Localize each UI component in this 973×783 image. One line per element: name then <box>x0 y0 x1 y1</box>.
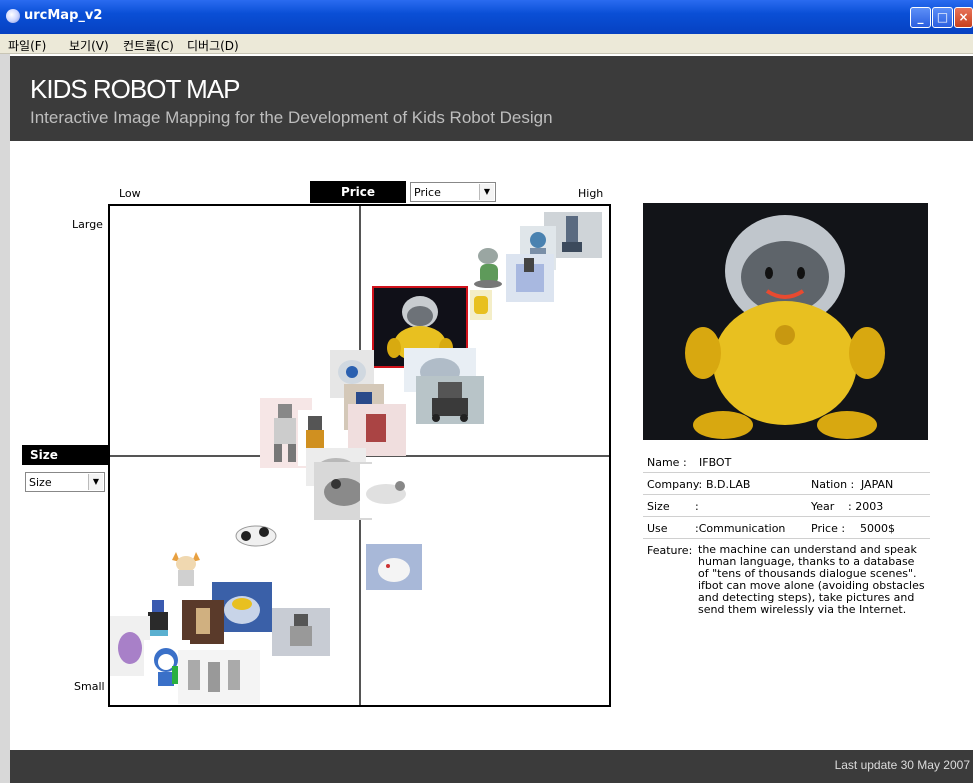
company-label: Company: <box>647 478 703 491</box>
app-icon <box>6 9 20 23</box>
feature-label: Feature: <box>647 544 693 557</box>
robot-thumbnail[interactable] <box>178 650 260 704</box>
page-header: KIDS ROBOT MAP Interactive Image Mapping… <box>10 56 973 141</box>
y-axis-high-label: Large <box>72 218 103 231</box>
robot-thumbnail[interactable] <box>416 376 484 424</box>
menu-file[interactable]: 파일(F) <box>8 37 46 54</box>
robot-thumbnail[interactable] <box>506 254 554 302</box>
minimize-button[interactable]: _ <box>910 7 931 28</box>
robot-thumbnail[interactable] <box>360 464 414 518</box>
name-value: IFBOT <box>699 456 732 469</box>
last-update-text: Last update 30 May 2007 <box>834 758 970 772</box>
price-label: Price : <box>811 522 846 535</box>
menu-control[interactable]: 컨트롤(C) <box>123 37 174 54</box>
feature-value: the machine can understand and speak hum… <box>698 543 925 616</box>
nation-value: JAPAN <box>861 478 894 491</box>
robot-thumbnail[interactable] <box>168 546 204 590</box>
company-value: B.D.LAB <box>706 478 751 491</box>
size-value: : <box>695 500 699 513</box>
window-title: urcMap_v2 <box>24 8 103 23</box>
chevron-down-icon[interactable]: ▼ <box>479 184 494 200</box>
y-axis-low-label: Small <box>74 680 105 693</box>
year-value: : 2003 <box>848 500 884 513</box>
menu-debug[interactable]: 디버그(D) <box>187 37 239 54</box>
year-label: Year <box>811 500 835 513</box>
detail-row-size: Size : Year : 2003 <box>643 496 930 517</box>
robot-map[interactable] <box>108 204 611 707</box>
page-footer: Last update 30 May 2007 <box>10 750 973 783</box>
window-titlebar: urcMap_v2 _ □ × <box>0 0 973 34</box>
robot-thumbnail[interactable] <box>272 608 330 656</box>
chevron-down-icon[interactable]: ▼ <box>88 474 103 490</box>
robot-thumbnail[interactable] <box>470 290 492 320</box>
size-label: Size <box>647 500 670 513</box>
robot-thumbnail[interactable] <box>182 600 224 644</box>
maximize-button[interactable]: □ <box>932 7 953 28</box>
use-value: :Communication <box>695 522 786 535</box>
nation-label: Nation : <box>811 478 855 491</box>
detail-row-company: Company: B.D.LAB Nation : JAPAN <box>643 474 930 495</box>
window-left-edge <box>0 54 10 783</box>
name-label: Name : <box>647 456 687 469</box>
detail-row-use: Use :Communication Price : 5000$ <box>643 518 930 539</box>
page-title: KIDS ROBOT MAP <box>30 74 240 104</box>
x-axis-title: Price <box>310 181 406 203</box>
use-label: Use <box>647 522 668 535</box>
robot-thumbnail[interactable] <box>366 544 422 590</box>
x-axis-select-value: Price <box>414 186 441 199</box>
robot-thumbnail[interactable] <box>228 510 286 560</box>
menu-bar: 파일(F) 보기(V) 컨트롤(C) 디버그(D) <box>0 34 973 54</box>
selected-robot-photo <box>643 203 928 440</box>
close-button[interactable]: × <box>954 7 973 28</box>
x-axis-low-label: Low <box>119 187 141 200</box>
x-axis-select[interactable]: Price ▼ <box>410 182 496 202</box>
page-subtitle: Interactive Image Mapping for the Develo… <box>30 108 553 127</box>
price-value: 5000$ <box>860 522 895 535</box>
y-axis-select[interactable]: Size ▼ <box>25 472 105 492</box>
y-axis-title: Size <box>22 445 110 465</box>
x-axis-high-label: High <box>578 187 604 200</box>
detail-row-name: Name : IFBOT <box>643 452 930 473</box>
menu-view[interactable]: 보기(V) <box>69 37 109 54</box>
y-axis-select-value: Size <box>29 476 52 489</box>
robot-thumbnail[interactable] <box>470 242 506 290</box>
